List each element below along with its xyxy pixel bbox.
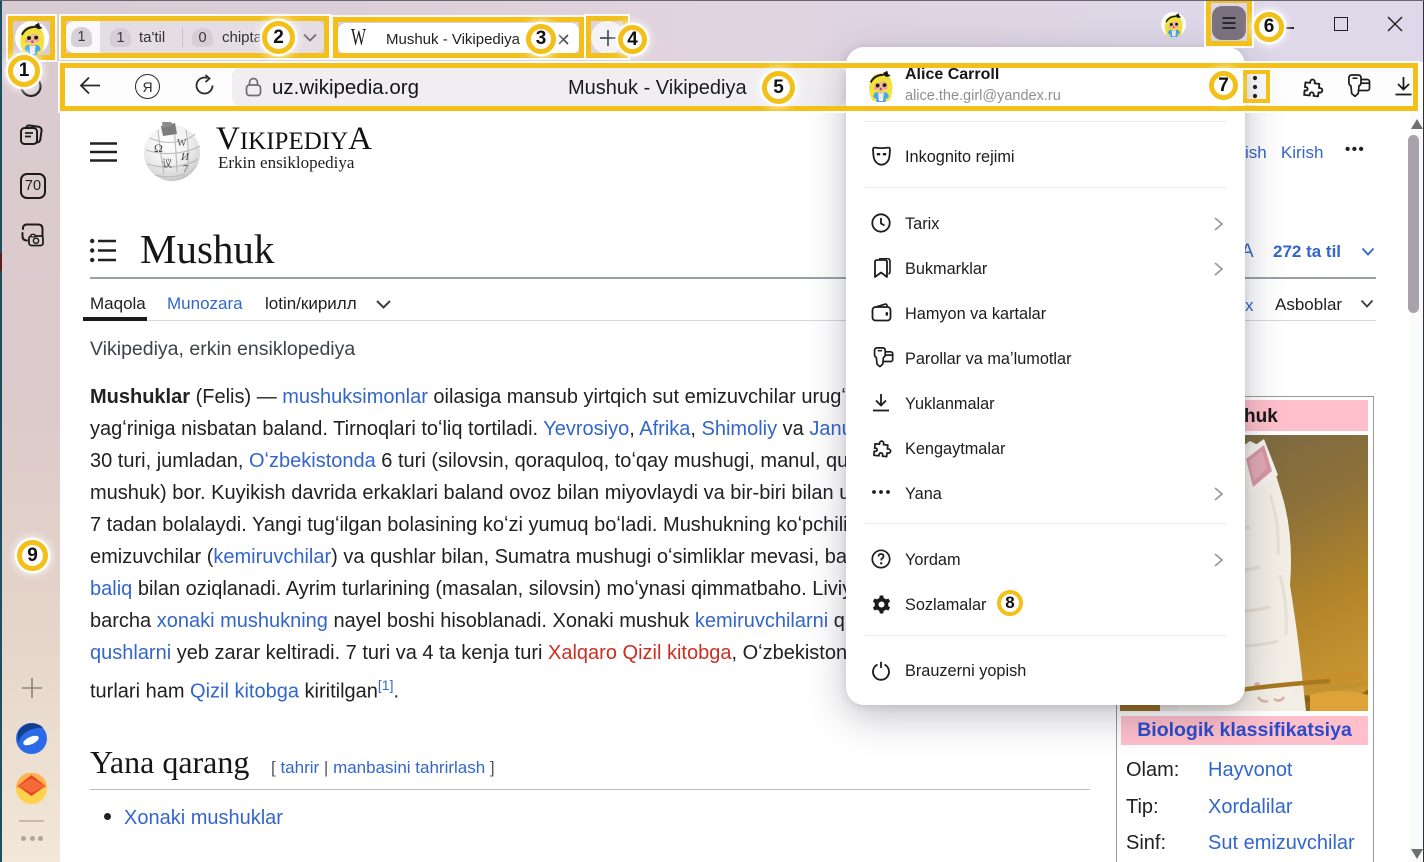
svg-text:W: W xyxy=(177,138,187,149)
svg-text:И: И xyxy=(180,151,190,163)
svg-text:议: 议 xyxy=(162,158,172,170)
svg-text:Ω: Ω xyxy=(154,141,163,155)
svg-text:7: 7 xyxy=(183,164,188,175)
